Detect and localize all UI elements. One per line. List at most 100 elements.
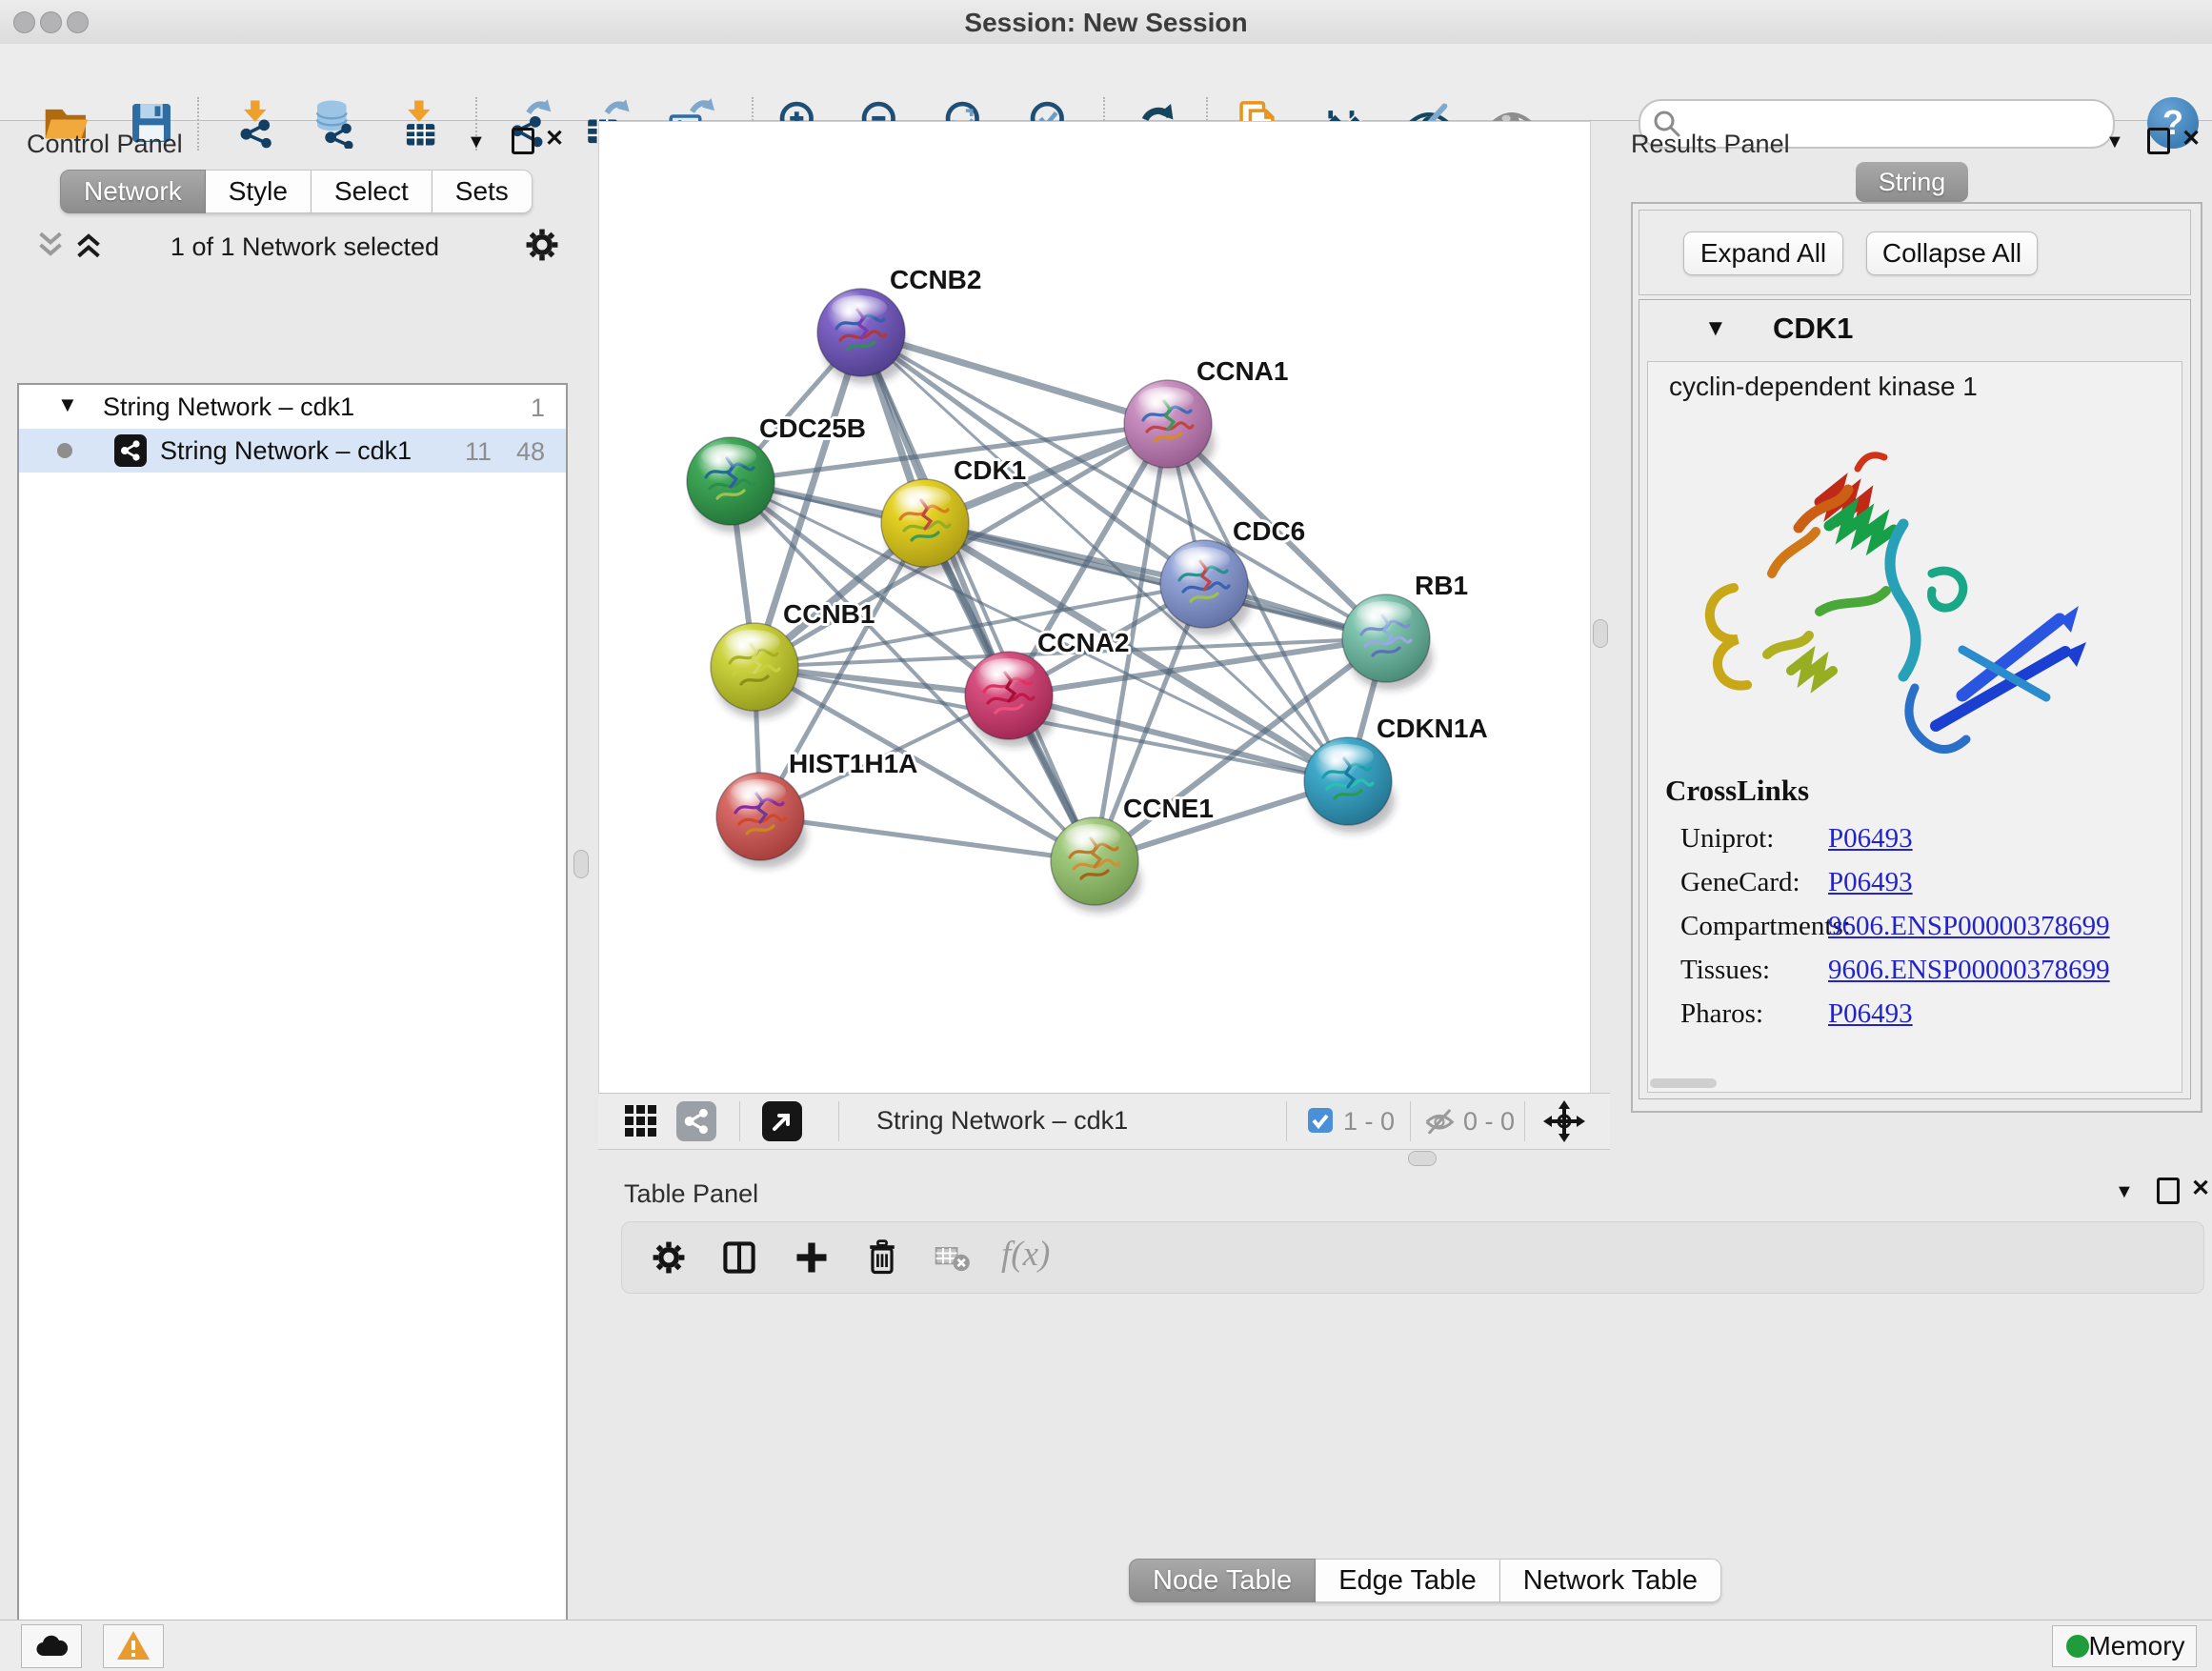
view-toolbar-separator — [1410, 1101, 1411, 1141]
create-column-icon[interactable] — [792, 1238, 834, 1279]
edge-CCNB2-CCNE1 — [861, 332, 1095, 861]
control-panel-title: Control Panel — [27, 130, 183, 159]
node-CDC6[interactable]: CDC6 — [1160, 516, 1305, 635]
node-CCNA1[interactable]: CCNA1 — [1124, 356, 1288, 475]
view-toolbar-separator — [1286, 1101, 1287, 1141]
node-label-CCNE1: CCNE1 — [1123, 794, 1214, 823]
crosslink-label: Tissues: — [1680, 955, 1770, 986]
table-panel-float-icon[interactable] — [2157, 1178, 2180, 1204]
table-panel-menu-icon[interactable]: ▼ — [2115, 1179, 2134, 1204]
delete-table-icon[interactable] — [933, 1238, 975, 1279]
node-HIST1H1A[interactable]: HIST1H1A — [716, 749, 917, 868]
table-panel-close-icon[interactable]: ✕ — [2191, 1177, 2210, 1201]
tab-style[interactable]: Style — [206, 170, 312, 213]
show-columns-icon[interactable] — [719, 1238, 761, 1279]
view-toolbar-separator — [1524, 1101, 1525, 1141]
crosslink-row: Compartments:9606.ENSP00000378699 — [1648, 905, 2182, 949]
expand-all-button[interactable]: Expand All — [1683, 232, 1843, 275]
control-panel-tabs: Network Style Select Sets — [60, 170, 533, 213]
network-view-share-icon[interactable] — [676, 1101, 716, 1141]
node-label-CCNA2: CCNA2 — [1037, 628, 1129, 657]
selected-checkbox-icon — [1307, 1107, 1334, 1138]
table-settings-gear-icon[interactable] — [649, 1238, 691, 1279]
current-network-dot-icon — [57, 443, 72, 458]
network-icon — [114, 434, 147, 467]
warning-button[interactable] — [103, 1624, 164, 1668]
network-view-toolbar: String Network – cdk1 1 - 0 0 - 0 — [598, 1093, 1610, 1150]
control-panel-divider-handle[interactable] — [573, 850, 589, 878]
node-label-CDC25B: CDC25B — [759, 413, 866, 443]
collection-expand-icon[interactable]: ▼ — [57, 393, 78, 417]
grid-view-icon[interactable] — [623, 1103, 659, 1144]
network-row[interactable]: String Network – cdk1 11 48 — [19, 429, 566, 473]
node-label-CCNA1: CCNA1 — [1196, 356, 1288, 386]
crosslink-row: Tissues: 9606.ENSP00000378699 — [1648, 949, 2182, 993]
crosslinks-list: Uniprot: P06493 GeneCard: P06493 Compartment… — [1648, 817, 2182, 1037]
results-panel-menu-icon[interactable]: ▼ — [2105, 130, 2124, 154]
results-panel-title: Results Panel — [1631, 130, 1790, 159]
expand-collapse-bar: Expand All Collapse All — [1639, 210, 2191, 295]
crosslink-link[interactable]: P06493 — [1828, 823, 1913, 855]
node-label-CDC6: CDC6 — [1233, 516, 1305, 546]
main-toolbar: ? — [0, 44, 2212, 121]
network-collection-row[interactable]: ▼ String Network – cdk1 1 — [19, 385, 566, 429]
node-CCNE1[interactable]: CCNE1 — [1051, 794, 1214, 913]
results-panel-float-icon[interactable] — [2147, 128, 2170, 154]
tab-network[interactable]: Network — [60, 170, 206, 213]
results-panel-close-icon[interactable]: ✕ — [2182, 127, 2201, 151]
cloud-button[interactable] — [21, 1624, 82, 1668]
tab-edge-table[interactable]: Edge Table — [1316, 1559, 1500, 1602]
collapse-all-button[interactable]: Collapse All — [1866, 232, 2038, 275]
node-label-HIST1H1A: HIST1H1A — [789, 749, 917, 778]
collapse-all-networks-icon[interactable] — [34, 229, 67, 266]
tab-string[interactable]: String — [1856, 162, 1968, 202]
protein-structure-image — [1677, 412, 2096, 793]
crosslink-label: Uniprot: — [1680, 823, 1774, 855]
crosslinks-heading: CrossLinks — [1665, 774, 1809, 808]
crosslink-label: GeneCard: — [1680, 867, 1800, 898]
entry-gene-name: CDK1 — [1773, 312, 1853, 346]
tab-select[interactable]: Select — [312, 170, 432, 213]
network-node-count: 11 — [465, 437, 492, 467]
collection-name: String Network – cdk1 — [103, 393, 354, 422]
entry-hscrollbar-thumb[interactable] — [1650, 1078, 1717, 1088]
memory-button[interactable]: Memory — [2052, 1625, 2197, 1667]
table-panel-title: Table Panel — [624, 1179, 758, 1209]
network-options-gear-icon[interactable] — [522, 225, 562, 270]
hidden-counts: 0 - 0 — [1463, 1107, 1515, 1137]
results-panel-divider-handle[interactable] — [1593, 619, 1608, 648]
node-label-CCNB2: CCNB2 — [890, 265, 981, 294]
table-panel-divider-handle[interactable] — [1408, 1151, 1437, 1166]
collection-count: 1 — [531, 393, 545, 423]
crosslink-link[interactable]: P06493 — [1828, 867, 1913, 898]
node-RB1[interactable]: RB1 — [1342, 571, 1468, 690]
tab-node-table[interactable]: Node Table — [1129, 1559, 1316, 1602]
tab-network-table[interactable]: Network Table — [1500, 1559, 1721, 1602]
expand-all-networks-icon[interactable] — [72, 229, 105, 266]
crosslink-link[interactable]: P06493 — [1828, 998, 1913, 1030]
crosslink-row: Uniprot: P06493 — [1648, 817, 2182, 861]
warning-icon — [116, 1629, 151, 1661]
control-panel-menu-icon[interactable]: ▼ — [467, 130, 486, 154]
view-toolbar-separator — [838, 1101, 839, 1141]
function-builder-icon[interactable]: f(x) — [1001, 1234, 1087, 1276]
node-CDK1[interactable]: CDK1 — [881, 455, 1026, 574]
entry-details: cyclin-dependent kinase 1 — [1647, 361, 2182, 1093]
tab-sets[interactable]: Sets — [432, 170, 533, 213]
memory-status-dot — [2066, 1635, 2089, 1658]
entry-collapse-icon[interactable]: ▼ — [1704, 315, 1727, 342]
birds-eye-crosshair-icon[interactable] — [1543, 1100, 1585, 1147]
control-panel: Control Panel ▼ ✕ Network Style Select S… — [0, 120, 598, 1620]
hidden-eye-icon — [1423, 1105, 1456, 1142]
network-canvas[interactable]: CCNB2CCNA1CDC25BCDK1CDC6RB1CCNB1CCNA2CDK… — [598, 121, 1591, 1095]
node-label-RB1: RB1 — [1415, 571, 1468, 600]
delete-column-icon[interactable] — [862, 1238, 904, 1279]
table-panel: Table Panel ▼ ✕ f(x) shared namenamecano… — [598, 1174, 2212, 1620]
control-panel-float-icon[interactable] — [512, 128, 534, 154]
crosslink-link[interactable]: 9606.ENSP00000378699 — [1828, 911, 2110, 942]
control-panel-close-icon[interactable]: ✕ — [545, 127, 564, 151]
node-CCNB2[interactable]: CCNB2 — [817, 265, 981, 384]
crosslink-link[interactable]: 9606.ENSP00000378699 — [1828, 955, 2110, 986]
detach-view-icon[interactable] — [762, 1101, 802, 1141]
node-CDKN1A[interactable]: CDKN1A — [1304, 714, 1488, 833]
